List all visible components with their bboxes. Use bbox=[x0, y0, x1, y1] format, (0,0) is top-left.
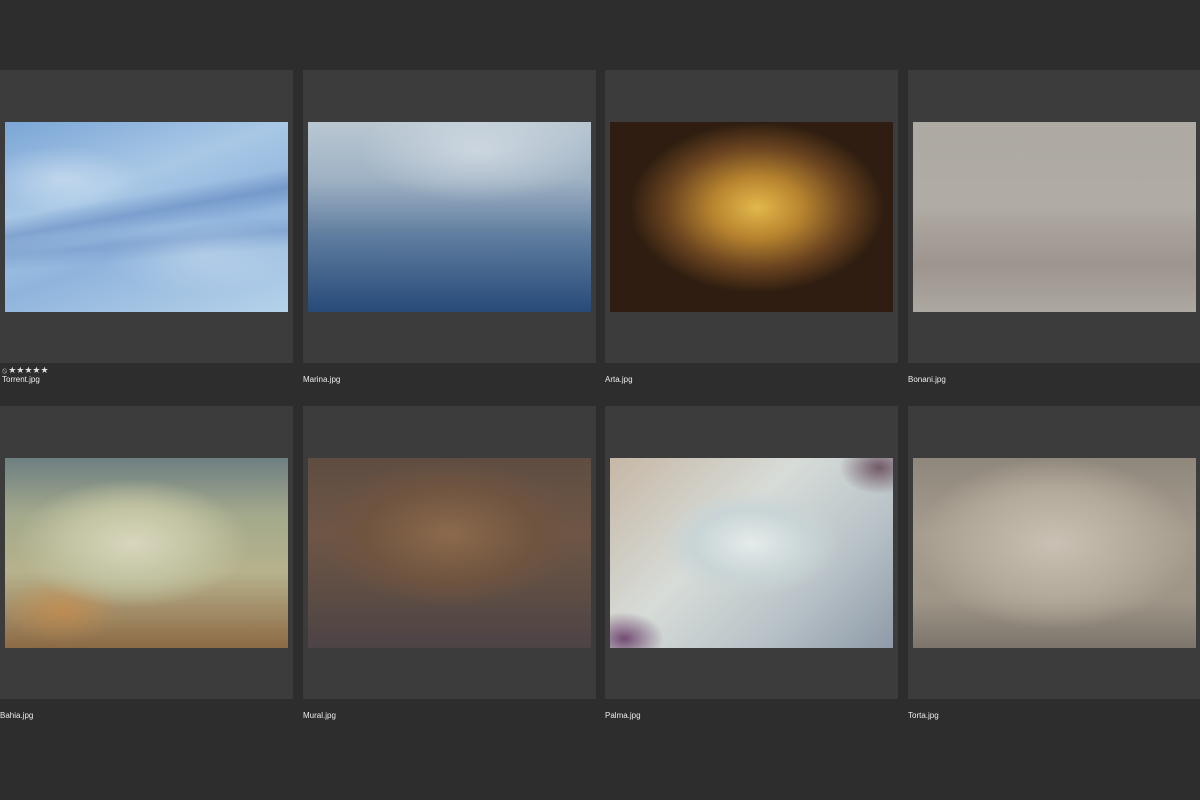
thumbnail-filename: Torta.jpg bbox=[908, 711, 939, 720]
thumbnail-cell-torta[interactable] bbox=[908, 406, 1200, 699]
thumbnail-image-torrent[interactable] bbox=[5, 122, 288, 312]
thumbnail-image-arta[interactable] bbox=[610, 122, 893, 312]
thumbnail-image-marina[interactable] bbox=[308, 122, 591, 312]
thumbnail-image-palma[interactable] bbox=[610, 458, 893, 648]
thumbnail-cell-torrent[interactable] bbox=[0, 70, 293, 363]
thumbnail-grid: ⦸★★★★★ Torrent.jpg Marina.jpg Arta.jpg B… bbox=[0, 0, 1200, 800]
thumbnail-image-bonani[interactable] bbox=[913, 122, 1196, 312]
thumbnail-cell-palma[interactable] bbox=[605, 406, 898, 699]
star-rating[interactable]: ★★★★★ bbox=[8, 365, 48, 375]
reject-flag-icon[interactable]: ⦸ bbox=[2, 366, 7, 375]
thumbnail-filename: Palma.jpg bbox=[605, 711, 641, 720]
thumbnail-image-torta[interactable] bbox=[913, 458, 1196, 648]
thumbnail-filename: Torrent.jpg bbox=[2, 375, 40, 384]
thumbnail-cell-arta[interactable] bbox=[605, 70, 898, 363]
thumbnail-image-bahia[interactable] bbox=[5, 458, 288, 648]
thumbnail-cell-bonani[interactable] bbox=[908, 70, 1200, 363]
thumbnail-filename: Marina.jpg bbox=[303, 375, 341, 384]
thumbnail-filename: Arta.jpg bbox=[605, 375, 633, 384]
thumbnail-cell-marina[interactable] bbox=[303, 70, 596, 363]
thumbnail-cell-bahia[interactable] bbox=[0, 406, 293, 699]
thumbnail-cell-mural[interactable] bbox=[303, 406, 596, 699]
thumbnail-filename: Bahia.jpg bbox=[0, 711, 34, 720]
thumbnail-filename: Mural.jpg bbox=[303, 711, 336, 720]
thumbnail-image-mural[interactable] bbox=[308, 458, 591, 648]
thumbnail-filename: Bonani.jpg bbox=[908, 375, 946, 384]
